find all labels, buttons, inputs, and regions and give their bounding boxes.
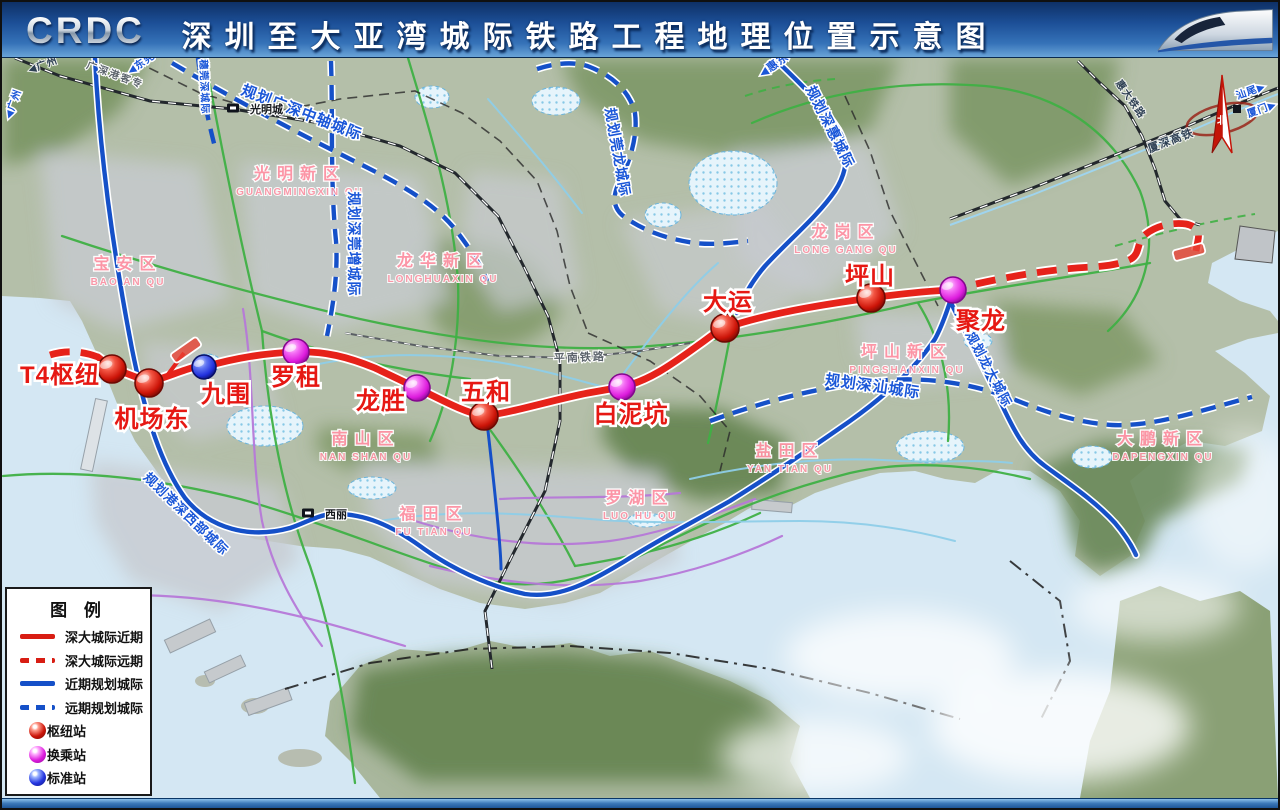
map-poster: CRDC 深圳至大亚湾城际铁路工程地理位置示意图 — [0, 0, 1280, 810]
station-marker-transfer — [404, 375, 430, 401]
legend-item: 深大城际近期 — [7, 625, 150, 649]
district-pinyin: GUANGMINGXIN QU — [236, 187, 364, 198]
hub-station-swatch — [29, 722, 46, 739]
station-marker-hub — [711, 314, 739, 342]
legend-item: 标准站 — [7, 766, 150, 790]
station-marker-hub — [98, 355, 126, 383]
district-pinyin: PINGSHANXIN QU — [849, 365, 964, 376]
station-label: 龙胜 — [356, 388, 406, 415]
legend-box: 图 例 深大城际近期深大城际远期近期规划城际远期规划城际枢纽站换乘站标准站 — [5, 587, 152, 796]
station-marker-hub — [470, 402, 498, 430]
legend-item: 换乘站 — [7, 743, 150, 767]
district-label: 龙华新区 — [396, 251, 489, 270]
dashed-line-swatch — [20, 658, 55, 663]
legend-label: 远期规划城际 — [65, 698, 143, 717]
station-label: 九围 — [200, 381, 251, 408]
station-marker-standard — [192, 355, 216, 379]
district-label: 龙岗区 — [810, 222, 880, 241]
standard-station-swatch — [29, 769, 46, 786]
district-pinyin: YAN TIAN QU — [747, 464, 833, 475]
map-canvas: 北 宝安区 BAO AN QU 光明新区 GUANGMINGXIN QU 龙华新区 LON… — [2, 58, 1278, 798]
legend-item: 深大城际远期 — [7, 649, 150, 673]
station-label: 坪山 — [845, 263, 895, 290]
district-pinyin: LONG GANG QU — [794, 245, 897, 256]
rail-station-icon-inner — [305, 512, 311, 515]
legend-label: 枢纽站 — [47, 721, 86, 740]
legend-label: 换乘站 — [47, 745, 86, 764]
station-label: T4枢纽 — [20, 361, 100, 389]
legend-item: 枢纽站 — [7, 719, 150, 743]
station-label: 聚龙 — [955, 308, 1006, 335]
page-title: 深圳至大亚湾城际铁路工程地理位置示意图 — [2, 12, 1178, 56]
station-marker-transfer — [940, 277, 966, 303]
legend-label: 近期规划城际 — [65, 674, 143, 693]
district-label: 盐田区 — [755, 441, 824, 460]
station-label: 白泥坑 — [594, 400, 669, 428]
legend-label: 深大城际近期 — [65, 627, 143, 646]
station-label: 大运 — [703, 289, 753, 316]
solid-line-swatch — [20, 681, 55, 686]
district-pinyin: DAPENGXIN QU — [1112, 452, 1213, 463]
header: CRDC 深圳至大亚湾城际铁路工程地理位置示意图 — [2, 2, 1278, 58]
district-label: 坪山新区 — [861, 342, 953, 361]
district-pinyin: LUO HU QU — [603, 511, 677, 522]
district-pinyin: LONGHUAXIN QU — [388, 274, 499, 285]
compass-north-label: 北 — [1217, 114, 1227, 127]
station-marker-hub — [135, 369, 163, 397]
district-label: 光明新区 — [253, 164, 346, 183]
train-icon — [1151, 5, 1276, 55]
legend-label: 深大城际远期 — [65, 651, 143, 670]
rail-station-icon-inner — [230, 107, 236, 110]
dashed-line-swatch — [20, 705, 55, 710]
district-pinyin: BAO AN QU — [91, 277, 166, 288]
station-label: 五和 — [461, 379, 511, 406]
legend-title: 图 例 — [7, 596, 150, 621]
district-label: 罗湖区 — [605, 489, 674, 507]
rail-station-label: 西丽 — [325, 508, 347, 521]
map-area: 北 宝安区 BAO AN QU 光明新区 GUANGMINGXIN QU 龙华新区 LON… — [2, 58, 1278, 798]
line-label: 规划深莞增城际 — [346, 192, 362, 297]
station-marker-transfer — [283, 339, 309, 365]
district-pinyin: FU TIAN QU — [395, 527, 472, 538]
transfer-station-swatch — [29, 746, 46, 763]
footer-bar — [2, 798, 1278, 809]
rail-station-label: 光明城 — [249, 102, 283, 116]
legend-item: 近期规划城际 — [7, 672, 150, 696]
district-label: 宝安区 — [93, 254, 162, 273]
district-pinyin: NAN SHAN QU — [320, 452, 413, 463]
legend-item: 远期规划城际 — [7, 696, 150, 720]
district-label: 福田区 — [398, 504, 468, 523]
legend-label: 标准站 — [47, 768, 86, 787]
district-label: 大鹏新区 — [1117, 429, 1209, 448]
station-marker-transfer — [609, 374, 635, 400]
solid-line-swatch — [20, 634, 55, 639]
station-label: 罗租 — [271, 364, 321, 391]
district-label: 南山区 — [331, 429, 400, 448]
station-label: 机场东 — [115, 405, 190, 433]
